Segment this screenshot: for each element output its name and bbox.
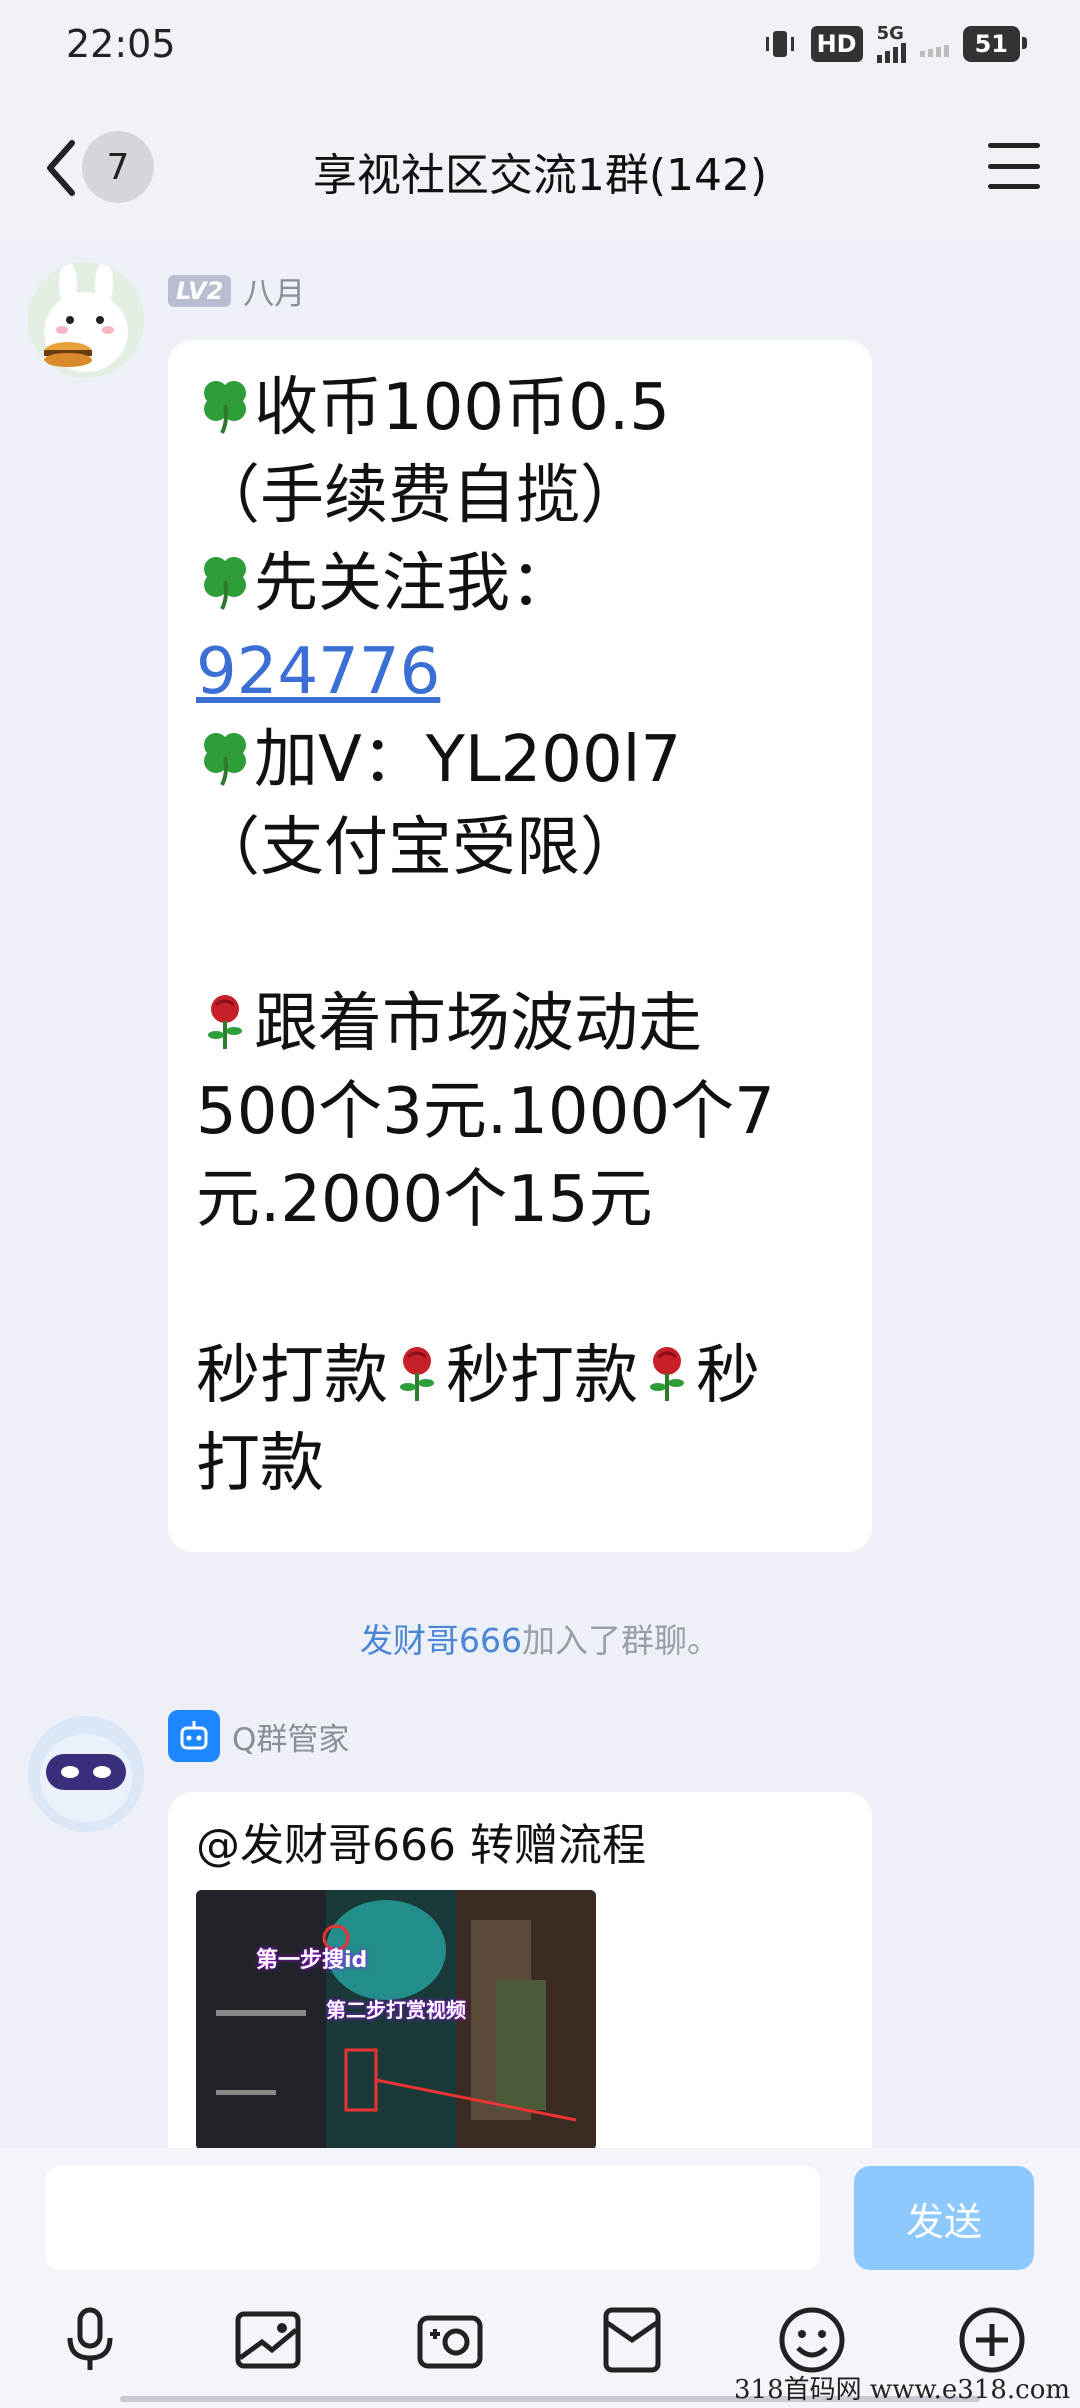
message-bubble[interactable]: 收币100币0.5 （手续费自揽） 先关注我： 924776 加V：YL200l…	[168, 340, 872, 1552]
clover-icon	[196, 370, 254, 434]
image-caption: 第一步搜id	[256, 1948, 368, 1973]
message-line: 先关注我：	[196, 540, 844, 628]
message-line: 加V：YL200l7	[196, 716, 844, 804]
photo-button[interactable]	[232, 2304, 304, 2376]
clover-icon	[196, 546, 254, 610]
message-line: 打款	[196, 1427, 324, 1501]
input-bar: 发送 318首码网 www.e318.com	[0, 2148, 1080, 2408]
rose-icon	[638, 1338, 696, 1401]
avatar[interactable]	[28, 1716, 144, 1832]
number-link[interactable]: 924776	[196, 635, 440, 709]
signal-sim2-icon	[919, 26, 949, 62]
battery-icon: 51	[962, 26, 1028, 62]
joined-user-name[interactable]: 发财哥666	[360, 1621, 522, 1660]
message-line: 元.2000个15元	[196, 1163, 653, 1237]
system-notice: 发财哥666加入了群聊。	[360, 1621, 720, 1660]
sender-name[interactable]: 八月	[243, 268, 305, 313]
send-button[interactable]: 发送	[854, 2166, 1034, 2270]
menu-icon	[988, 143, 1040, 148]
message-input[interactable]	[46, 2166, 820, 2270]
message-line: 500个3元.1000个7	[196, 1075, 775, 1149]
signal-5g-icon: 5G	[876, 25, 906, 63]
clover-icon	[196, 722, 254, 786]
message-line: 跟着市场波动走	[196, 980, 844, 1068]
camera-button[interactable]	[414, 2304, 486, 2376]
message-line: 秒打款 秒打款秒	[196, 1338, 760, 1413]
status-time: 22:05	[66, 22, 176, 66]
rose-icon	[196, 986, 254, 1049]
vibrate-icon	[763, 26, 797, 62]
chat-header: 7 享视社区交流1群(142)	[0, 95, 1080, 240]
sender-meta: LV2 八月	[168, 268, 305, 313]
menu-button[interactable]	[988, 143, 1040, 189]
emoji-button[interactable]	[776, 2304, 848, 2376]
microphone-icon	[67, 2307, 113, 2370]
smiley-icon	[779, 2307, 845, 2373]
message-line: 924776	[196, 628, 844, 716]
level-badge: LV2	[168, 274, 232, 307]
sender-name[interactable]: Q群管家	[232, 1714, 349, 1759]
hd-icon: HD	[810, 26, 863, 62]
chat-messages[interactable]: LV2 八月 收币100币0.5 （手续费自揽） 先关注我： 924776 加V…	[0, 240, 1080, 2148]
plus-circle-icon	[959, 2307, 1025, 2373]
bot-icon	[168, 1710, 220, 1762]
avatar[interactable]	[28, 262, 144, 378]
message-line: 收币100币0.5	[196, 364, 844, 452]
image-icon	[235, 2311, 301, 2369]
voice-button[interactable]	[54, 2304, 126, 2376]
more-button[interactable]	[956, 2304, 1028, 2376]
page-title: 享视社区交流1群(142)	[312, 150, 768, 201]
camera-icon	[417, 2315, 483, 2369]
message-line: （支付宝受限）	[196, 811, 644, 885]
image-caption: 第二步打赏视频	[326, 1998, 466, 2022]
message-image[interactable]: 第一步搜id 第二步打赏视频	[196, 1890, 596, 2148]
sender-meta: Q群管家	[168, 1710, 349, 1762]
status-bar: 22:05 HD 5G 51	[0, 0, 1080, 95]
rose-icon	[388, 1338, 446, 1401]
watermark: 318首码网 www.e318.com	[734, 2375, 1070, 2405]
message-bubble[interactable]: @发财哥666 转赠流程 第一步搜id 第二步打赏视频	[168, 1792, 872, 2148]
red-packet-button[interactable]	[596, 2304, 668, 2376]
status-icons: HD 5G 51	[763, 25, 1028, 63]
message-text: @发财哥666 转赠流程	[196, 1820, 646, 1871]
red-packet-icon	[603, 2307, 661, 2373]
message-line: （手续费自揽）	[196, 459, 644, 533]
